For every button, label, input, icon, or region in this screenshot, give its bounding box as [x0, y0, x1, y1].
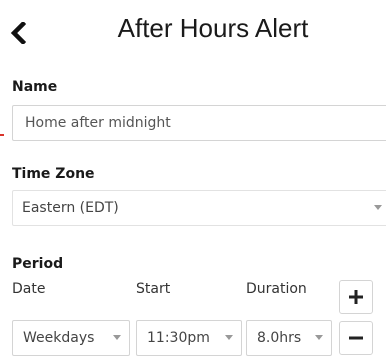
chevron-down-icon	[113, 335, 121, 340]
name-input[interactable]	[25, 115, 386, 131]
date-column-label: Date	[12, 281, 46, 297]
name-field[interactable]	[12, 105, 386, 141]
start-value: 11:30pm	[147, 330, 210, 346]
header: After Hours Alert	[0, 0, 386, 64]
duration-column-label: Duration	[246, 281, 307, 297]
start-select[interactable]: 11:30pm	[136, 320, 242, 356]
chevron-down-icon	[315, 335, 323, 340]
chevron-down-icon	[225, 335, 233, 340]
page-title: After Hours Alert	[117, 13, 309, 43]
duration-select[interactable]: 8.0hrs	[246, 320, 332, 356]
chevron-down-icon	[374, 205, 382, 210]
add-period-button[interactable]	[339, 280, 373, 314]
timezone-value: Eastern (EDT)	[22, 200, 119, 216]
timezone-select[interactable]: Eastern (EDT)	[12, 190, 386, 226]
name-label: Name	[12, 79, 58, 95]
date-select[interactable]: Weekdays	[12, 320, 130, 356]
timezone-label: Time Zone	[12, 166, 95, 182]
date-value: Weekdays	[23, 330, 95, 346]
start-column-label: Start	[136, 281, 171, 297]
duration-value: 8.0hrs	[257, 330, 302, 346]
field-marker	[0, 134, 4, 136]
period-label: Period	[12, 256, 64, 272]
plus-icon	[349, 290, 363, 304]
minus-icon	[349, 336, 363, 340]
remove-period-button[interactable]	[339, 321, 373, 355]
